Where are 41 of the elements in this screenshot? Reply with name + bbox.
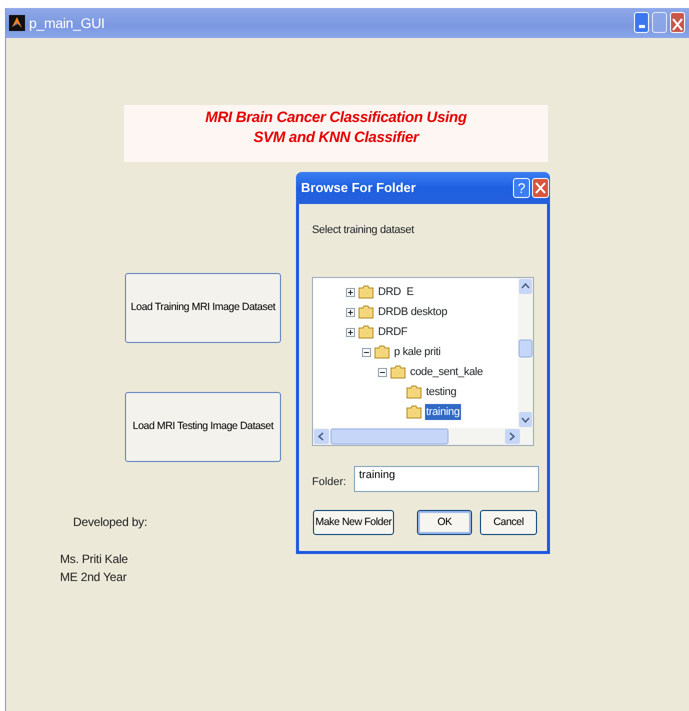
credits-text: ME 2nd Year (60, 569, 127, 586)
credits-text: Ms. Priti Kale (60, 551, 128, 568)
expander-icon[interactable] (362, 348, 371, 356)
tree-item[interactable]: DRD E (377, 284, 414, 300)
folder-label: Folder: (312, 475, 346, 490)
dialog-button[interactable]: Cancel (480, 510, 537, 535)
folder-icon (406, 405, 422, 419)
close-button[interactable] (670, 12, 685, 33)
expander-icon[interactable] (346, 308, 355, 316)
close-button[interactable] (532, 178, 549, 198)
expander-icon[interactable] (346, 288, 355, 296)
folder-icon (358, 305, 374, 319)
folder-icon (406, 385, 422, 399)
tree-item[interactable]: DRDF (377, 324, 408, 340)
banner-text: SVM and KNN Classifier (252, 128, 420, 148)
expander-icon[interactable] (346, 328, 355, 336)
horizontal-scrollbar[interactable] (313, 428, 533, 445)
window-title: p_main_GUI (29, 14, 105, 33)
folder-field[interactable]: training (354, 466, 539, 492)
banner-text: MRI Brain Cancer Classification Using (204, 108, 468, 128)
minimize-button[interactable] (634, 12, 649, 33)
folder-icon (358, 285, 374, 299)
tree-item[interactable]: code_sent_kale (409, 364, 484, 380)
help-button[interactable]: ? (513, 178, 530, 198)
folder-icon (390, 365, 406, 379)
dialog-title: Browse For Folder (301, 179, 416, 198)
load-button[interactable]: Load Training MRI Image Dataset (125, 273, 281, 343)
dialog-button[interactable]: Make New Folder (313, 510, 394, 535)
tree-item[interactable]: training (425, 404, 461, 420)
tree-item[interactable]: DRDB desktop (377, 304, 448, 320)
vertical-scrollbar[interactable] (518, 278, 533, 429)
prompt-text: Select training dataset (312, 223, 414, 238)
expander-icon[interactable] (378, 368, 387, 376)
app-icon (9, 15, 25, 31)
folder-icon (358, 325, 374, 339)
tree-item[interactable]: p kale priti (393, 344, 442, 360)
dialog-button[interactable]: OK (417, 510, 472, 535)
folder-icon (374, 345, 390, 359)
credits-heading: Developed by: (73, 514, 148, 531)
load-button[interactable]: Load MRI Testing Image Dataset (125, 392, 281, 462)
tree-item[interactable]: testing (425, 384, 458, 400)
